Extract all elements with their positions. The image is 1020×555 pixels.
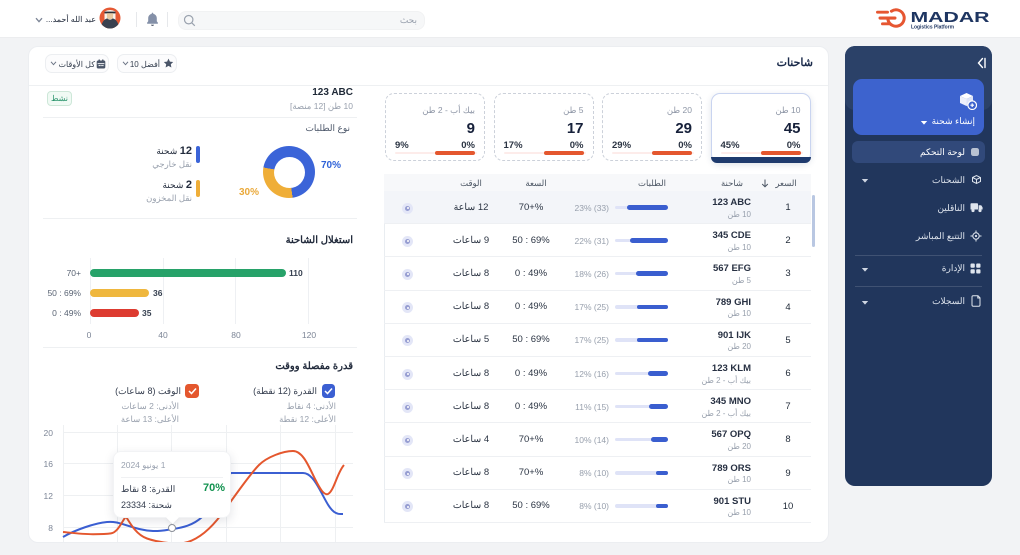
svg-text:Logistics Platform: Logistics Platform xyxy=(911,24,954,30)
